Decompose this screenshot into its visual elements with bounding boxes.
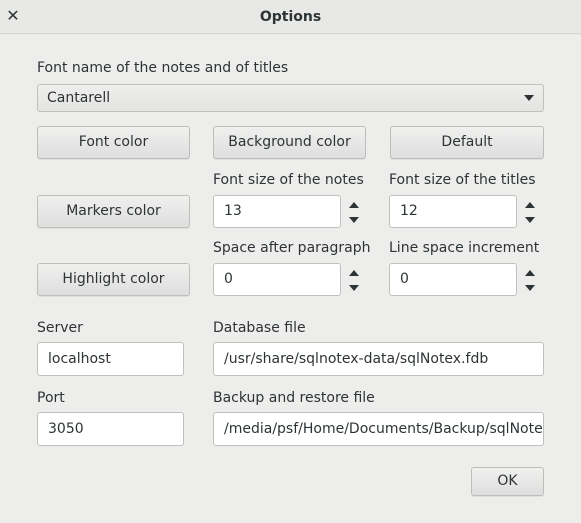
backup-restore-file-label: Backup and restore file (213, 390, 375, 406)
port-input[interactable]: 3050 (37, 412, 184, 446)
space-after-paragraph-input[interactable]: 0 (213, 263, 341, 296)
font-name-label: Font name of the notes and of titles (37, 60, 289, 76)
backup-restore-file-input[interactable]: /media/psf/Home/Documents/Backup/sqlNote… (213, 412, 544, 446)
notes-font-size-label: Font size of the notes (213, 172, 364, 188)
database-file-input[interactable]: /usr/share/sqlnotex-data/sqlNotex.fdb (213, 342, 544, 376)
markers-color-button[interactable]: Markers color (37, 195, 190, 228)
arrow-down-icon[interactable] (523, 213, 537, 227)
port-label: Port (37, 390, 65, 406)
titles-font-size-label: Font size of the titles (389, 172, 536, 188)
notes-font-size-input[interactable]: 13 (213, 195, 341, 228)
arrow-up-icon[interactable] (523, 266, 537, 280)
arrow-down-icon[interactable] (347, 281, 361, 295)
highlight-color-button[interactable]: Highlight color (37, 263, 190, 296)
font-name-dropdown[interactable]: Cantarell (37, 84, 544, 112)
ok-button[interactable]: OK (471, 467, 544, 496)
arrow-up-icon[interactable] (347, 266, 361, 280)
space-after-paragraph-label: Space after paragraph (213, 240, 371, 256)
arrow-down-icon[interactable] (523, 281, 537, 295)
background-color-button[interactable]: Background color (213, 126, 366, 159)
default-button[interactable]: Default (390, 126, 544, 159)
line-space-increment-label: Line space increment (389, 240, 540, 256)
database-file-label: Database file (213, 320, 306, 336)
font-color-button[interactable]: Font color (37, 126, 190, 159)
options-dialog-body: Font name of the notes and of titles Can… (0, 35, 581, 523)
title-bar: ✕ Options (0, 0, 581, 34)
arrow-down-icon[interactable] (347, 213, 361, 227)
titles-font-size-input[interactable]: 12 (389, 195, 517, 228)
window-title: Options (259, 9, 322, 25)
server-input[interactable]: localhost (37, 342, 184, 376)
arrow-up-icon[interactable] (523, 198, 537, 212)
font-name-value: Cantarell (47, 90, 111, 106)
line-space-increment-input[interactable]: 0 (389, 263, 517, 296)
server-label: Server (37, 320, 83, 336)
chevron-down-icon (524, 95, 534, 101)
arrow-up-icon[interactable] (347, 198, 361, 212)
